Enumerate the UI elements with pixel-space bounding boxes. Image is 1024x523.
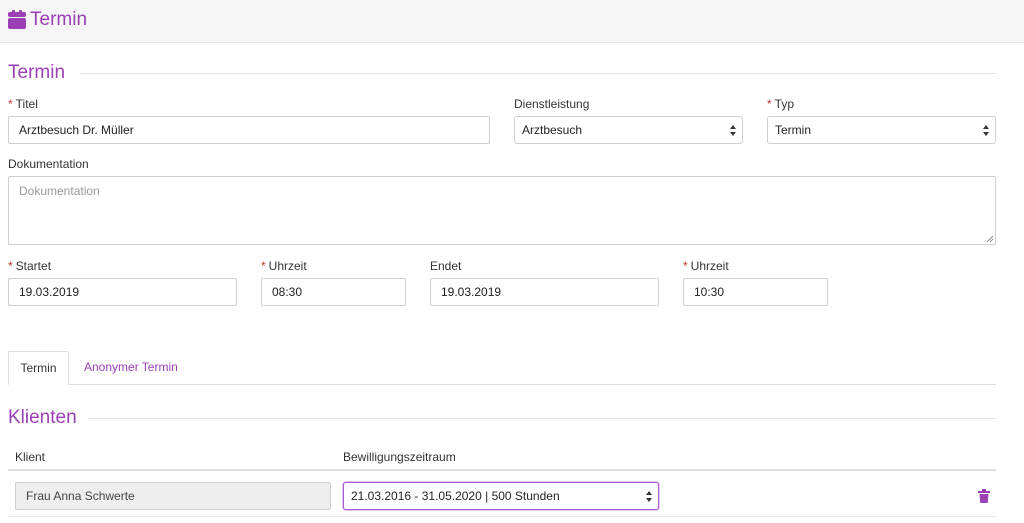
titel-input[interactable]: Arztbesuch Dr. Müller [8, 116, 490, 144]
updown-arrows-icon [983, 125, 989, 136]
tab-termin[interactable]: Termin [8, 351, 69, 385]
typ-selected-value: Termin [775, 123, 812, 137]
required-marker: * [767, 97, 772, 111]
startet-date-input[interactable]: 19.03.2019 [8, 278, 237, 306]
column-header-bewilligungszeitraum: Bewilligungszeitraum [343, 450, 456, 464]
start-uhrzeit-input[interactable]: 08:30 [261, 278, 406, 306]
required-marker: * [683, 259, 688, 273]
updown-arrows-icon [730, 125, 736, 136]
typ-select[interactable]: Termin [767, 116, 996, 144]
startet-label: * Startet [8, 259, 52, 273]
dienstleistung-label: Dienstleistung [514, 97, 590, 111]
required-marker: * [8, 97, 13, 111]
bewilligungszeitraum-select[interactable]: 21.03.2016 - 31.05.2020 | 500 Stunden [343, 482, 659, 510]
endet-label: Endet [430, 259, 462, 273]
table-header-divider [8, 469, 996, 471]
titel-label: * Titel [8, 97, 38, 111]
typ-label: * Typ [767, 97, 795, 111]
dienstleistung-selected-value: Arztbesuch [522, 123, 583, 137]
page-title: Termin [30, 9, 88, 30]
endet-date-input[interactable]: 19.03.2019 [430, 278, 659, 306]
start-uhrzeit-label: * Uhrzeit [261, 259, 307, 273]
required-marker: * [8, 259, 13, 273]
dokumentation-label: Dokumentation [8, 157, 89, 171]
page-header: Termin [0, 0, 1024, 43]
table-row-divider [8, 516, 996, 517]
section-divider [88, 418, 996, 419]
section-title-klienten: Klienten [8, 407, 77, 428]
dokumentation-textarea[interactable]: Dokumentation [8, 176, 996, 245]
updown-arrows-icon [646, 491, 652, 502]
calendar-icon [8, 10, 26, 29]
section-title-termin: Termin [8, 62, 66, 83]
resize-grip-icon[interactable] [986, 235, 994, 243]
dienstleistung-select[interactable]: Arztbesuch [514, 116, 743, 144]
column-header-klient: Klient [15, 450, 46, 464]
bewilligungszeitraum-selected-value: 21.03.2016 - 31.05.2020 | 500 Stunden [351, 489, 560, 503]
trash-icon[interactable] [978, 489, 990, 503]
section-divider [80, 73, 996, 74]
tab-anonymer-termin[interactable]: Anonymer Termin [72, 351, 190, 385]
klient-name-field: Frau Anna Schwerte [15, 482, 331, 510]
end-uhrzeit-label: * Uhrzeit [683, 259, 729, 273]
end-uhrzeit-input[interactable]: 10:30 [683, 278, 828, 306]
required-marker: * [261, 259, 266, 273]
